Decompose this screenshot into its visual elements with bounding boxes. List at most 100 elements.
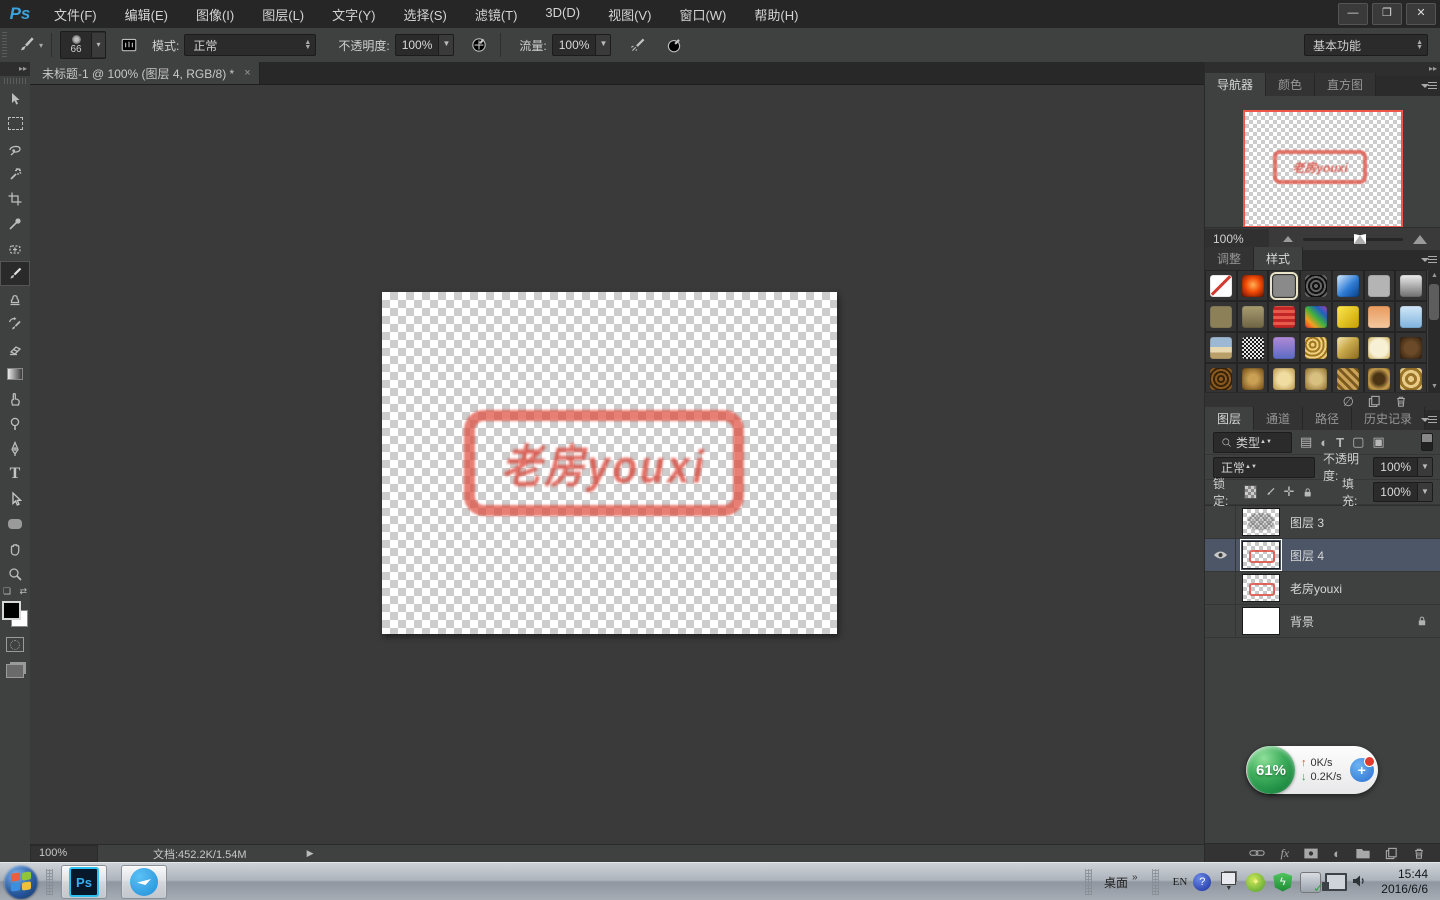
airbrush-icon[interactable] [625,32,651,58]
add-mask-icon[interactable] [1304,848,1318,859]
desktop-toolbar-label[interactable]: 桌面 [1104,874,1128,891]
style-swatch-18[interactable] [1300,332,1332,363]
eraser-tool[interactable] [0,336,30,361]
history-brush-tool[interactable] [0,311,30,336]
style-swatch-6[interactable] [1364,270,1396,301]
panel-menu-icon[interactable] [1421,254,1437,266]
style-swatch-14[interactable] [1395,301,1427,332]
layer-row[interactable]: 老房youxi [1205,572,1440,605]
brush-preset-dropdown-arrow[interactable]: ▾ [91,33,105,57]
new-layer-icon[interactable] [1385,847,1398,860]
crop-tool[interactable] [0,186,30,211]
tab-通道[interactable]: 通道 [1254,407,1303,430]
layer-row[interactable]: 背景 [1205,605,1440,638]
fill-value[interactable]: 100% [1373,482,1418,502]
type-tool[interactable]: T [0,461,30,486]
layer-visibility-toggle[interactable] [1205,506,1236,538]
style-swatch-24[interactable] [1268,363,1300,394]
filter-smart-objects-icon[interactable]: ▣ [1372,434,1384,450]
zoom-out-icon[interactable] [1283,236,1293,242]
float-widget-button[interactable]: + [1350,758,1374,782]
menu-帮助(H)[interactable]: 帮助(H) [754,5,798,24]
options-grip[interactable] [2,32,7,58]
toolbar-collapse-icon[interactable]: ▸▸ [0,62,30,76]
style-swatch-16[interactable] [1237,332,1269,363]
style-swatch-22[interactable] [1205,363,1237,394]
toolbar-grip[interactable] [4,78,26,84]
style-swatch-26[interactable] [1332,363,1364,394]
tab-导航器[interactable]: 导航器 [1205,73,1266,96]
filter-adjustment-layers-icon[interactable]: ◐ [1320,435,1328,450]
gradient-tool[interactable] [0,361,30,386]
menu-窗口(W)[interactable]: 窗口(W) [679,5,726,24]
layer-style-fx-icon[interactable]: fx [1280,846,1289,861]
layer-thumbnail[interactable] [1242,508,1280,536]
fill-field[interactable]: 100% ▼ [1373,482,1433,502]
clone-stamp-tool[interactable] [0,286,30,311]
layer-thumbnail[interactable] [1242,574,1280,602]
speed-float-widget[interactable]: 61% ↑0K/s ↓0.2K/s + [1246,746,1378,794]
zoom-slider-thumb[interactable] [1354,234,1366,244]
layer-thumbnail[interactable] [1242,541,1280,569]
style-swatch-4[interactable] [1300,270,1332,301]
layers-opacity-arrow[interactable]: ▼ [1418,457,1433,477]
filter-shape-layers-icon[interactable]: ▢ [1352,434,1364,450]
tab-调整[interactable]: 调整 [1205,247,1254,270]
mode-select[interactable]: 正常 ▲▼ [184,34,316,56]
filter-type-layers-icon[interactable]: T [1336,435,1344,450]
quick-mask-button[interactable] [6,637,24,652]
new-group-icon[interactable] [1356,848,1370,859]
style-swatch-12[interactable] [1332,301,1364,332]
workspace-switcher[interactable]: 基本功能 ▲▼ [1304,34,1428,56]
hand-tool[interactable] [0,536,30,561]
move-tool[interactable] [0,86,30,111]
scroll-up-icon[interactable]: ▲ [1431,272,1438,279]
ime-help-icon[interactable]: ? [1193,873,1211,891]
style-swatch-17[interactable] [1268,332,1300,363]
desktop-chevron-icon[interactable]: » [1132,872,1138,883]
tab-历史记录[interactable]: 历史记录 [1352,407,1425,430]
menu-文件(F)[interactable]: 文件(F) [54,5,97,24]
layers-opacity-value[interactable]: 100% [1373,457,1418,477]
menu-选择(S)[interactable]: 选择(S) [403,5,446,24]
filter-toggle-switch[interactable] [1421,433,1433,451]
restore-button[interactable]: ❐ [1372,3,1402,25]
layer-row[interactable]: 图层 4 [1205,539,1440,572]
style-swatch-21[interactable] [1395,332,1427,363]
spot-healing-brush-tool[interactable] [0,236,30,261]
security-suite-tray-icon[interactable] [1246,873,1265,892]
style-swatch-20[interactable] [1364,332,1396,363]
start-button[interactable] [4,865,38,899]
panel-menu-icon[interactable] [1421,80,1437,92]
style-swatch-3[interactable] [1268,270,1300,301]
memory-ball[interactable]: 61% [1247,746,1295,794]
opacity-value[interactable]: 100% [395,34,440,56]
status-zoom-field[interactable]: 100% [30,845,98,862]
zoom-in-icon[interactable] [1413,235,1427,244]
filter-pixel-layers-icon[interactable]: ▤ [1300,434,1312,450]
quick-selection-tool[interactable] [0,161,30,186]
lasso-tool[interactable] [0,136,30,161]
new-adjustment-layer-icon[interactable]: ◐ [1333,846,1341,861]
lock-pixels-icon[interactable] [1265,486,1276,499]
layer-row[interactable]: 图层 3 [1205,506,1440,539]
volume-tray-icon[interactable] [1351,873,1367,892]
delete-layer-icon[interactable] [1413,847,1425,860]
brush-tool-dropdown-arrow[interactable]: ▾ [39,41,43,50]
swap-colors-icon[interactable]: ⇄ [19,586,27,597]
brush-tool-icon[interactable] [13,32,39,58]
shape-tool[interactable] [0,511,30,536]
marquee-tool[interactable] [0,111,30,136]
default-swap-colors[interactable]: ❏⇄ [0,586,30,597]
menu-滤镜(T)[interactable]: 滤镜(T) [475,5,518,24]
toggle-brush-panel-icon[interactable] [116,32,142,58]
layer-thumbnail[interactable] [1242,607,1280,635]
clock[interactable]: 15:44 2016/6/6 [1381,867,1428,897]
style-swatch-27[interactable] [1364,363,1396,394]
scroll-thumb[interactable] [1429,284,1439,320]
minimize-button[interactable]: — [1338,3,1368,25]
zoom-tool[interactable] [0,561,30,586]
navigator-proxy-view[interactable]: 老房youxi [1243,110,1403,228]
style-swatch-19[interactable] [1332,332,1364,363]
layer-visibility-toggle[interactable] [1205,572,1236,604]
